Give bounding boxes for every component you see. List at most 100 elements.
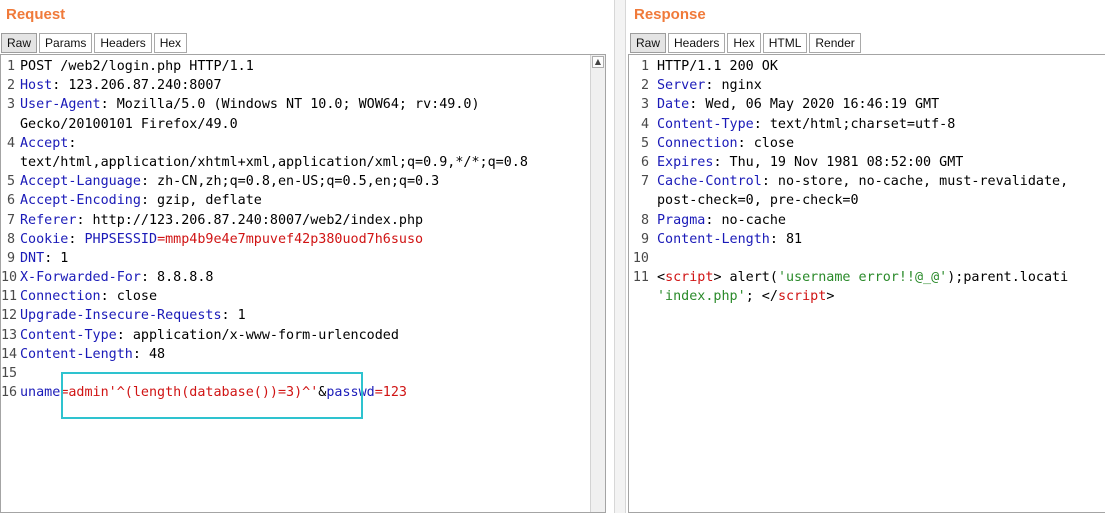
scroll-up-arrow-icon[interactable]: ▲ xyxy=(592,56,604,68)
code-token: : close xyxy=(737,135,795,151)
line-number: 3 xyxy=(6,97,15,113)
code-line: Gecko/20100101 Firefox/49.0 xyxy=(1,115,528,134)
response-tab-hex[interactable]: Hex xyxy=(727,33,761,53)
code-token: Server xyxy=(657,78,706,94)
response-code[interactable]: 1 HTTP/1.1 200 OK 2 Server: nginx 3 Date: Wed… xyxy=(629,57,1068,306)
code-line: 1 HTTP/1.1 200 OK xyxy=(629,57,1068,76)
code-line: 8 Pragma: no-cache xyxy=(629,211,1068,230)
code-token: : 123.206.87.240:8007 xyxy=(52,78,222,94)
line-number: 1 xyxy=(6,59,15,74)
code-token: User-Agent xyxy=(20,97,101,113)
code-line: 15 xyxy=(1,364,528,383)
code-token: =admin'^(length(database())=3)^' xyxy=(60,385,319,401)
code-line: 'index.php'; </script> xyxy=(629,287,1068,306)
code-token: Content-Type xyxy=(20,327,117,343)
code-token: Accept-Language xyxy=(20,174,141,190)
code-token: Upgrade-Insecure-Requests xyxy=(20,308,222,324)
code-line: 9 Content-Length: 81 xyxy=(629,230,1068,249)
code-token: : 48 xyxy=(132,346,166,362)
line-number: 14 xyxy=(1,346,18,362)
line-content: uname=admin'^(length(database())=3)^'&pa… xyxy=(20,383,407,402)
code-token: < xyxy=(657,270,666,286)
response-tab-headers[interactable]: Headers xyxy=(668,33,726,53)
code-line: 3 User-Agent: Mozilla/5.0 (Windows NT 10.… xyxy=(1,95,528,114)
code-token: : xyxy=(68,231,85,247)
line-number: 4 xyxy=(640,116,649,132)
request-editor[interactable]: 1 POST /web2/login.php HTTP/1.1 2 Host: 123… xyxy=(0,54,606,513)
code-line: 12 Upgrade-Insecure-Requests: 1 xyxy=(1,306,528,325)
line-number: 5 xyxy=(640,135,649,151)
line-content: Content-Length: 81 xyxy=(657,230,802,249)
line-content: DNT: 1 xyxy=(20,249,68,268)
code-token: : 1 xyxy=(221,308,246,324)
response-tab-render[interactable]: Render xyxy=(809,33,861,53)
code-line: 10 xyxy=(629,249,1068,268)
response-editor[interactable]: 1 HTTP/1.1 200 OK 2 Server: nginx 3 Date: Wed… xyxy=(628,54,1105,513)
request-tab-headers[interactable]: Headers xyxy=(94,33,152,53)
line-content: text/html,application/xhtml+xml,applicat… xyxy=(20,153,528,172)
code-line: 5 Connection: close xyxy=(629,134,1068,153)
code-token: : text/html;charset=utf-8 xyxy=(753,116,956,132)
line-number: 10 xyxy=(632,250,649,266)
code-token: Cache-Control xyxy=(657,174,762,190)
code-token: uname xyxy=(20,385,61,401)
code-token: : 1 xyxy=(44,250,69,266)
code-token: : Thu, 19 Nov 1981 08:52:00 GMT xyxy=(713,154,964,170)
request-scrollbar[interactable]: ▲ xyxy=(590,55,605,512)
code-token: POST /web2/login.php HTTP/1.1 xyxy=(20,59,254,74)
line-number: 12 xyxy=(1,308,18,324)
code-token: : close xyxy=(100,289,158,305)
line-number: 11 xyxy=(632,270,649,286)
code-line: text/html,application/xhtml+xml,applicat… xyxy=(1,153,528,172)
line-content: Host: 123.206.87.240:8007 xyxy=(20,76,222,95)
line-number: 11 xyxy=(1,289,18,305)
code-token: > alert( xyxy=(713,270,778,286)
line-number: 7 xyxy=(6,212,15,228)
pane-splitter[interactable] xyxy=(614,0,626,513)
line-number: 9 xyxy=(640,231,649,247)
code-token: text/html,application/xhtml+xml,applicat… xyxy=(20,154,528,170)
code-token: : Mozilla/5.0 (Windows NT 10.0; WOW64; r… xyxy=(100,97,480,113)
line-content: Upgrade-Insecure-Requests: 1 xyxy=(20,306,246,325)
code-token: PHPSESSID xyxy=(84,231,158,247)
line-content: Referer: http://123.206.87.240:8007/web2… xyxy=(20,211,423,230)
code-token: Expires xyxy=(657,154,714,170)
code-line: 3 Date: Wed, 06 May 2020 16:46:19 GMT xyxy=(629,95,1068,114)
code-token: : zh-CN,zh;q=0.8,en-US;q=0.5,en;q=0.3 xyxy=(140,174,440,190)
request-tabs: Raw Params Headers Hex xyxy=(1,33,189,53)
code-line: 7 Referer: http://123.206.87.240:8007/web… xyxy=(1,211,528,230)
line-content: Content-Type: text/html;charset=utf-8 xyxy=(657,115,955,134)
line-content: HTTP/1.1 200 OK xyxy=(657,57,778,76)
request-code[interactable]: 1 POST /web2/login.php HTTP/1.1 2 Host: 123… xyxy=(1,57,528,402)
code-token: passwd xyxy=(326,385,375,401)
line-content: Expires: Thu, 19 Nov 1981 08:52:00 GMT xyxy=(657,153,963,172)
request-tab-hex[interactable]: Hex xyxy=(153,33,188,53)
code-token: Gecko/20100101 Firefox/49.0 xyxy=(20,116,238,132)
response-tab-raw[interactable]: Raw xyxy=(630,33,667,53)
request-tab-raw[interactable]: Raw xyxy=(1,33,38,53)
code-token: Content-Type xyxy=(657,116,754,132)
code-line: 13 Content-Type: application/x-www-form-u… xyxy=(1,326,528,345)
line-content: User-Agent: Mozilla/5.0 (Windows NT 10.0… xyxy=(20,95,480,114)
code-token: Cookie xyxy=(20,231,69,247)
code-token: Connection xyxy=(20,289,101,305)
code-token: script xyxy=(665,270,714,286)
line-content: Accept-Encoding: gzip, deflate xyxy=(20,191,262,210)
line-number: 4 xyxy=(6,135,15,151)
code-token: =123 xyxy=(374,385,407,401)
code-token: Content-Length xyxy=(20,346,133,362)
line-number: 7 xyxy=(640,174,649,190)
code-token: : no-cache xyxy=(705,212,786,228)
code-line: 1 POST /web2/login.php HTTP/1.1 xyxy=(1,57,528,76)
code-line: 4 Content-Type: text/html;charset=utf-8 xyxy=(629,115,1068,134)
line-content: Content-Type: application/x-www-form-url… xyxy=(20,326,399,345)
code-token: =mmp4b9e4e7mpuvef42p380uod7h6suso xyxy=(157,231,424,247)
code-token: 'index.php' xyxy=(657,289,746,305)
request-tab-params[interactable]: Params xyxy=(39,33,93,53)
code-token: ; </ xyxy=(745,289,778,305)
code-line: 4 Accept: xyxy=(1,134,528,153)
response-tab-html[interactable]: HTML xyxy=(762,33,808,53)
code-line: post-check=0, pre-check=0 xyxy=(629,191,1068,210)
code-token: HTTP/1.1 200 OK xyxy=(657,59,778,74)
line-number: 15 xyxy=(1,366,18,381)
